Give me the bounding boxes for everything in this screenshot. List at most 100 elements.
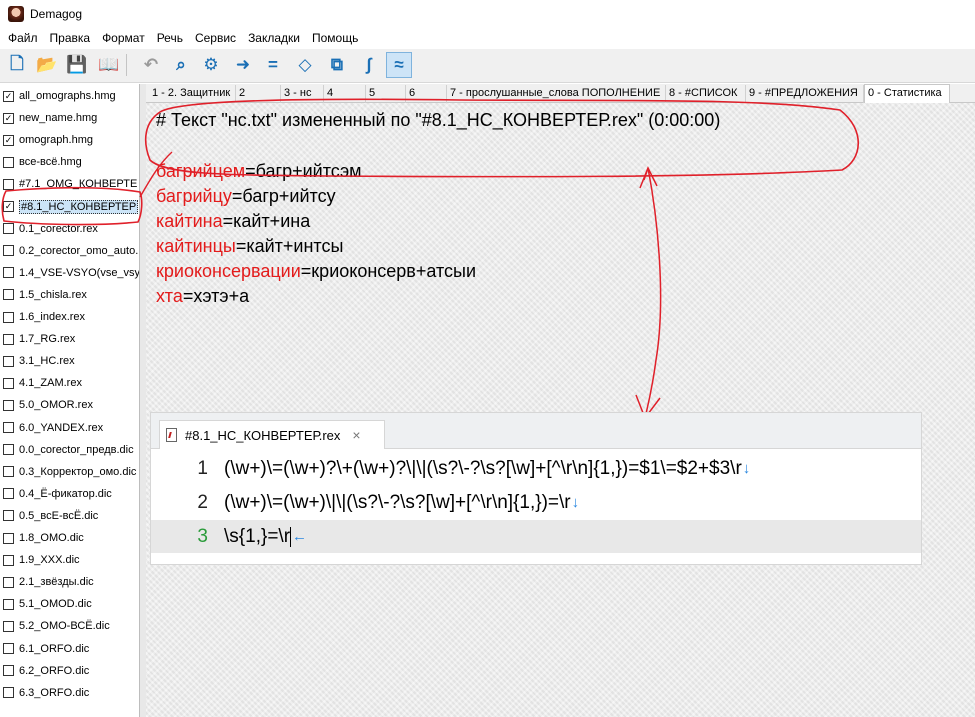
file-label: 0.1_corector.rex bbox=[19, 222, 98, 235]
file-checkbox[interactable]: ✓ bbox=[3, 112, 14, 124]
file-checkbox[interactable] bbox=[3, 687, 14, 699]
file-list-item[interactable]: 0.0_corector_предв.dic bbox=[3, 440, 139, 460]
tab-5[interactable]: 6 bbox=[406, 85, 447, 103]
open-folder-icon[interactable]: 📂 bbox=[34, 52, 60, 78]
file-list-item[interactable]: #7.1_OMG_КОНВЕРТЕ bbox=[3, 174, 139, 194]
file-checkbox[interactable] bbox=[3, 178, 14, 190]
replacement-entry: багрийцем=багр+ийтсэм bbox=[156, 159, 362, 184]
menu-item-5[interactable]: Закладки bbox=[242, 28, 306, 48]
arrow-right-icon[interactable]: ➜ bbox=[230, 52, 256, 78]
file-list-item[interactable]: 6.2_ORFO.dic bbox=[3, 661, 139, 681]
file-label: 1.7_RG.rex bbox=[19, 333, 76, 346]
menu-item-3[interactable]: Речь bbox=[151, 28, 189, 48]
tab-6[interactable]: 7 - прослушанные_слова ПОПОЛНЕНИЕ bbox=[447, 85, 666, 103]
file-list-item[interactable]: 1.8_OMO.dic bbox=[3, 528, 139, 548]
editor-body[interactable]: 1 (\w+)\=(\w+)?\+(\w+)?\|\|(\s?\-?\s?[\w]… bbox=[151, 450, 921, 564]
approx-icon[interactable]: ≈ bbox=[386, 52, 412, 78]
file-list-item[interactable]: 3.1_НС.rex bbox=[3, 351, 139, 371]
file-list-item[interactable]: 6.3_ORFO.dic bbox=[3, 683, 139, 703]
tab-9[interactable]: 0 - Статистика bbox=[864, 84, 950, 104]
file-label: 0.3_Корректор_омо.dic bbox=[19, 465, 137, 478]
close-icon[interactable]: × bbox=[352, 427, 360, 443]
file-list-item[interactable]: 2.1_звёзды.dic bbox=[3, 572, 139, 592]
file-list-item[interactable]: 0.3_Корректор_омо.dic bbox=[3, 462, 139, 482]
file-list-item[interactable]: 5.0_OMOR.rex bbox=[3, 395, 139, 415]
editor-line[interactable]: 1 (\w+)\=(\w+)?\+(\w+)?\|\|(\s?\-?\s?[\w]… bbox=[151, 452, 921, 485]
file-list-item[interactable]: 0.1_corector.rex bbox=[3, 219, 139, 239]
entry-replacement: =кайт+интсы bbox=[235, 236, 344, 256]
file-list-item[interactable]: ✓ new_name.hmg bbox=[3, 108, 139, 128]
file-checkbox[interactable]: ✓ bbox=[3, 201, 14, 212]
file-checkbox[interactable] bbox=[3, 156, 14, 168]
file-list-item[interactable]: 4.1_ZAM.rex bbox=[3, 373, 139, 393]
file-checkbox[interactable] bbox=[3, 289, 14, 301]
file-list-item[interactable]: 0.2_corector_omo_auto. bbox=[3, 241, 139, 261]
file-checkbox[interactable] bbox=[3, 598, 14, 610]
tab-0[interactable]: 1 - 2. Защитник bbox=[149, 85, 236, 103]
file-label: 5.2_OMO-ВСЁ.dic bbox=[19, 620, 110, 633]
file-list-item[interactable]: 5.2_OMO-ВСЁ.dic bbox=[3, 616, 139, 636]
file-list-item[interactable]: 5.1_OMOD.dic bbox=[3, 594, 139, 614]
file-list-item[interactable]: 1.6_index.rex bbox=[3, 307, 139, 327]
menu-item-2[interactable]: Формат bbox=[96, 28, 151, 48]
file-checkbox[interactable]: ✓ bbox=[3, 134, 14, 146]
file-checkbox[interactable] bbox=[3, 422, 14, 433]
file-checkbox[interactable] bbox=[3, 355, 14, 367]
file-list-item[interactable]: 1.7_RG.rex bbox=[3, 329, 139, 349]
file-list-item[interactable]: 0.5_всЕ-всЁ.dic bbox=[3, 506, 139, 526]
save-icon[interactable]: 💾 bbox=[64, 52, 90, 78]
diamond-icon[interactable]: ◇ bbox=[292, 52, 318, 78]
file-list-item[interactable]: ✓ all_omographs.hmg bbox=[3, 86, 139, 106]
tab-4[interactable]: 5 bbox=[366, 85, 406, 103]
entry-word: хта bbox=[156, 286, 183, 306]
editor-line[interactable]: 2 (\w+)\=(\w+)\|\|(\s?\-?\s?[\w]+[^\r\n]{… bbox=[151, 486, 921, 519]
binoculars-icon[interactable]: ⌕ bbox=[168, 52, 194, 78]
convert-icon[interactable]: ⧉ bbox=[324, 52, 350, 78]
replacement-entry: багрийцу=багр+ийтсу bbox=[156, 184, 336, 209]
file-list-item[interactable]: 1.5_chisla.rex bbox=[3, 285, 139, 305]
file-checkbox[interactable] bbox=[3, 554, 14, 566]
tab-2[interactable]: 3 - нс bbox=[281, 85, 324, 103]
file-list-item[interactable]: все-всё.hmg bbox=[3, 152, 139, 172]
menu-item-6[interactable]: Помощь bbox=[306, 28, 364, 48]
file-checkbox[interactable] bbox=[3, 466, 14, 478]
editor-line[interactable]: 3 \s{1,}=\r ← bbox=[151, 520, 921, 553]
tab-3[interactable]: 4 bbox=[324, 85, 366, 103]
book-icon[interactable]: 📖 bbox=[96, 52, 122, 78]
file-checkbox[interactable] bbox=[3, 399, 14, 411]
file-checkbox[interactable] bbox=[3, 576, 14, 588]
file-checkbox[interactable] bbox=[3, 510, 14, 522]
equals-icon[interactable]: = bbox=[260, 52, 286, 78]
editor-tab[interactable]: #8.1_НС_КОНВЕРТЕР.rex × bbox=[159, 420, 385, 449]
file-list-item[interactable]: 1.9_XXX.dic bbox=[3, 550, 139, 570]
file-list-item[interactable]: ✓ #8.1_НС_КОНВЕРТЕР bbox=[3, 197, 139, 217]
file-checkbox[interactable] bbox=[3, 333, 14, 345]
file-checkbox[interactable] bbox=[3, 444, 14, 456]
menu-item-0[interactable]: Файл bbox=[2, 28, 44, 48]
file-list-item[interactable]: 6.0_YANDEX.rex bbox=[3, 418, 139, 438]
file-checkbox[interactable] bbox=[3, 245, 14, 257]
file-list-item[interactable]: ✓ omograph.hmg bbox=[3, 130, 139, 150]
file-checkbox[interactable] bbox=[3, 665, 14, 677]
file-checkbox[interactable] bbox=[3, 532, 14, 544]
menu-item-1[interactable]: Правка bbox=[44, 28, 97, 48]
file-checkbox[interactable]: ✓ bbox=[3, 90, 14, 102]
new-file-icon[interactable]: 🗋 bbox=[4, 52, 30, 78]
file-checkbox[interactable] bbox=[3, 377, 14, 389]
file-checkbox[interactable] bbox=[3, 643, 14, 654]
menu-item-4[interactable]: Сервис bbox=[189, 28, 242, 48]
file-list-item[interactable]: 0.4_Ё-фикатор.dic bbox=[3, 484, 139, 504]
file-checkbox[interactable] bbox=[3, 488, 14, 500]
gear-icon[interactable]: ⚙ bbox=[198, 52, 224, 78]
tab-7[interactable]: 8 - #СПИСОК bbox=[666, 85, 746, 103]
file-checkbox[interactable] bbox=[3, 311, 14, 323]
file-checkbox[interactable] bbox=[3, 620, 14, 632]
tab-1[interactable]: 2 bbox=[236, 85, 281, 103]
tab-8[interactable]: 9 - #ПРЕДЛОЖЕНИЯ bbox=[746, 85, 864, 103]
file-list-item[interactable]: 6.1_ORFO.dic bbox=[3, 639, 139, 659]
file-list-item[interactable]: 1.4_VSE-VSYO(vse_vsy bbox=[3, 263, 139, 283]
file-checkbox[interactable] bbox=[3, 223, 14, 235]
file-checkbox[interactable] bbox=[3, 267, 14, 279]
undo-icon[interactable]: ↶ bbox=[138, 52, 164, 78]
integral-icon[interactable]: ∫ bbox=[356, 52, 382, 78]
